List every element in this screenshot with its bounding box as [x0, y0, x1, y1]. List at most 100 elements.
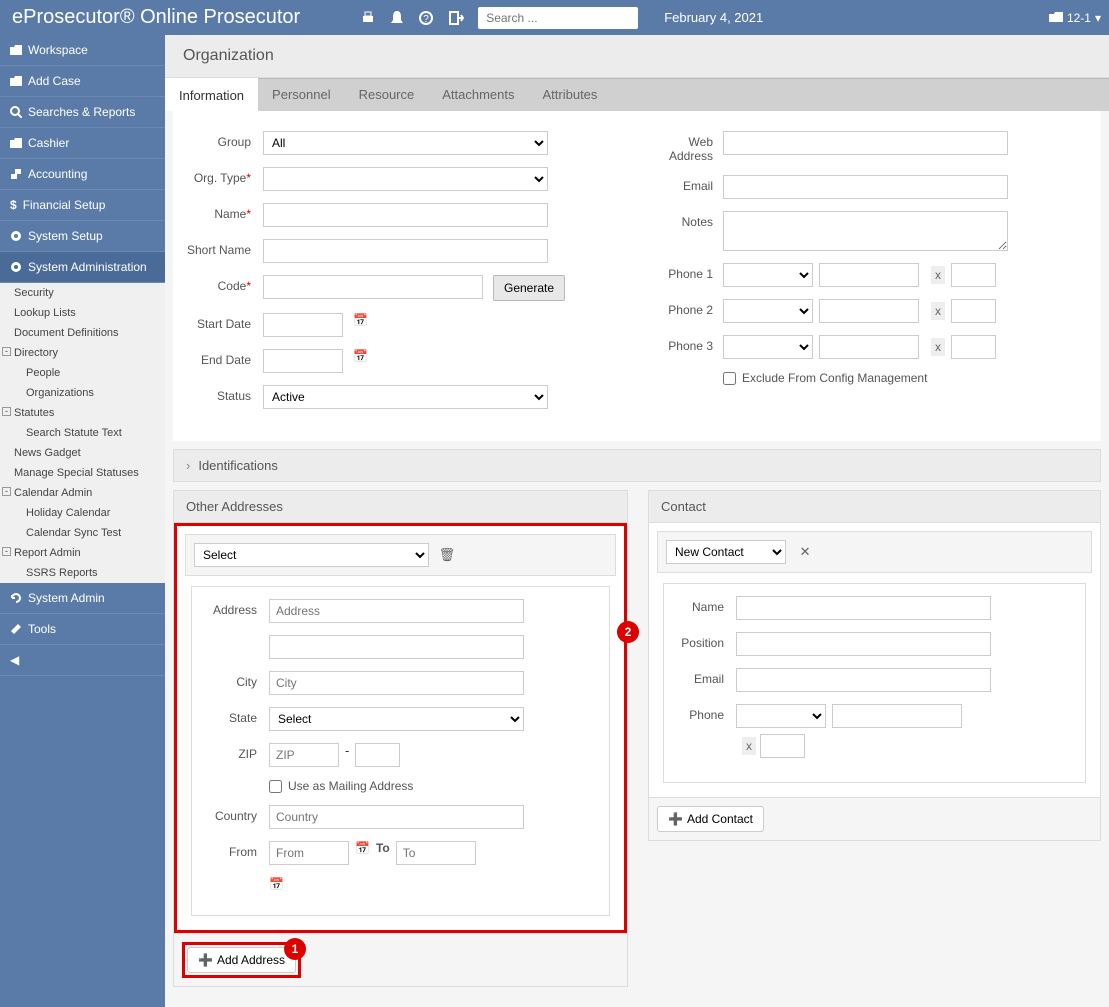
- state-select[interactable]: Select: [269, 707, 524, 731]
- phone3-type[interactable]: [723, 335, 813, 359]
- contact-select[interactable]: New Contact: [666, 540, 786, 564]
- sidebar-item-searches[interactable]: Searches & Reports: [0, 97, 165, 128]
- calendar-icon[interactable]: 📅: [269, 877, 284, 891]
- phone2-ext[interactable]: [951, 299, 996, 323]
- tab-attachments[interactable]: Attachments: [428, 79, 528, 111]
- tab-attributes[interactable]: Attributes: [529, 79, 612, 111]
- sub-organizations[interactable]: Organizations: [0, 383, 165, 403]
- sub-holidaycal[interactable]: Holiday Calendar: [0, 503, 165, 523]
- contact-name-label: Name: [676, 596, 736, 614]
- logout-icon[interactable]: [448, 9, 464, 26]
- sub-searchstatute[interactable]: Search Statute Text: [0, 423, 165, 443]
- sub-reportadmin[interactable]: -Report Admin: [0, 543, 165, 563]
- sidebar-item-sysadmin[interactable]: System Administration: [0, 252, 165, 283]
- mailing-checkbox[interactable]: [269, 780, 282, 793]
- phone2-number[interactable]: [819, 299, 919, 323]
- to-input[interactable]: [396, 841, 476, 865]
- sidebar-item-workspace[interactable]: Workspace: [0, 35, 165, 66]
- web-input[interactable]: [723, 131, 1008, 155]
- status-label: Status: [183, 385, 263, 403]
- print-icon[interactable]: [360, 9, 376, 26]
- code-label: Code*: [183, 275, 263, 293]
- address-type-select[interactable]: Select: [194, 543, 429, 567]
- contact-name-input[interactable]: [736, 596, 991, 620]
- phone1-type[interactable]: [723, 263, 813, 287]
- search-input[interactable]: [478, 7, 638, 29]
- sub-calsync[interactable]: Calendar Sync Test: [0, 523, 165, 543]
- sub-label: Statutes: [14, 407, 54, 419]
- contact-position-input[interactable]: [736, 632, 991, 656]
- country-input[interactable]: [269, 805, 524, 829]
- bell-icon[interactable]: [390, 9, 404, 26]
- notes-input[interactable]: [723, 211, 1008, 251]
- contact-phone-type[interactable]: [736, 704, 826, 728]
- collapse-icon[interactable]: -: [2, 487, 11, 496]
- sub-lookup[interactable]: Lookup Lists: [0, 303, 165, 323]
- remove-contact-icon[interactable]: ✕: [800, 544, 811, 559]
- address-line2[interactable]: [269, 635, 524, 659]
- folder-badge[interactable]: 12-1 ▾: [1049, 11, 1101, 25]
- calendar-icon[interactable]: 📅: [355, 841, 370, 855]
- contact-phone-ext[interactable]: [760, 734, 805, 758]
- contact-phone-number[interactable]: [832, 704, 962, 728]
- add-contact-button[interactable]: ➕Add Contact: [657, 806, 764, 832]
- phone1-ext[interactable]: [951, 263, 996, 287]
- generate-button[interactable]: Generate: [493, 275, 565, 301]
- sub-security[interactable]: Security: [0, 283, 165, 303]
- calendar-icon[interactable]: 📅: [353, 349, 368, 363]
- add-address-label: Add Address: [217, 953, 285, 967]
- city-input[interactable]: [269, 671, 524, 695]
- phone3-ext[interactable]: [951, 335, 996, 359]
- sidebar-item-financial[interactable]: $Financial Setup: [0, 190, 165, 221]
- sub-calendaradmin[interactable]: -Calendar Admin: [0, 483, 165, 503]
- address-line1[interactable]: [269, 599, 524, 623]
- collapse-icon[interactable]: -: [2, 547, 11, 556]
- zip4-input[interactable]: [355, 743, 400, 767]
- sub-ssrs[interactable]: SSRS Reports: [0, 563, 165, 583]
- contact-panel: Contact New Contact ✕ Name Position Emai…: [648, 490, 1101, 841]
- chevron-down-icon: ▾: [1095, 11, 1101, 25]
- enddate-input[interactable]: [263, 349, 343, 373]
- sidebar-item-systemadmin2[interactable]: System Admin: [0, 583, 165, 614]
- sidebar-item-addcase[interactable]: Add Case: [0, 66, 165, 97]
- sidebar-item-accounting[interactable]: Accounting: [0, 159, 165, 190]
- from-input[interactable]: [269, 841, 349, 865]
- identifications-section[interactable]: Identifications: [173, 449, 1101, 482]
- svg-text:?: ?: [423, 14, 429, 25]
- name-input[interactable]: [263, 203, 548, 227]
- status-select[interactable]: Active: [263, 385, 548, 409]
- add-address-button[interactable]: ➕Add Address: [187, 947, 296, 973]
- sub-special[interactable]: Manage Special Statuses: [0, 463, 165, 483]
- trash-icon[interactable]: 🗑: [439, 547, 456, 562]
- email-input[interactable]: [723, 175, 1008, 199]
- sidebar-item-cashier[interactable]: Cashier: [0, 128, 165, 159]
- help-icon[interactable]: ?: [418, 9, 434, 26]
- shortname-input[interactable]: [263, 239, 548, 263]
- zip-input[interactable]: [269, 743, 339, 767]
- orgtype-select[interactable]: [263, 167, 548, 191]
- exclude-checkbox[interactable]: [723, 372, 736, 385]
- phone3-number[interactable]: [819, 335, 919, 359]
- collapse-icon[interactable]: -: [2, 347, 11, 356]
- addresses-panel: Other Addresses Select 🗑 Address City St…: [173, 490, 628, 987]
- sub-people[interactable]: People: [0, 363, 165, 383]
- nav-label: Accounting: [28, 167, 87, 181]
- contact-email-input[interactable]: [736, 668, 991, 692]
- tab-resource[interactable]: Resource: [345, 79, 429, 111]
- sub-statutes[interactable]: -Statutes: [0, 403, 165, 423]
- sidebar-item-tools[interactable]: Tools: [0, 614, 165, 645]
- sidebar-collapse-button[interactable]: ◀: [0, 645, 165, 676]
- code-input[interactable]: [263, 275, 483, 299]
- calendar-icon[interactable]: 📅: [353, 313, 368, 327]
- sub-newsgadget[interactable]: News Gadget: [0, 443, 165, 463]
- tab-personnel[interactable]: Personnel: [258, 79, 345, 111]
- collapse-icon[interactable]: -: [2, 407, 11, 416]
- phone2-type[interactable]: [723, 299, 813, 323]
- tab-information[interactable]: Information: [165, 78, 258, 111]
- group-select[interactable]: All: [263, 131, 548, 155]
- sub-docdef[interactable]: Document Definitions: [0, 323, 165, 343]
- sub-directory[interactable]: -Directory: [0, 343, 165, 363]
- startdate-input[interactable]: [263, 313, 343, 337]
- sidebar-item-systemsetup[interactable]: System Setup: [0, 221, 165, 252]
- phone1-number[interactable]: [819, 263, 919, 287]
